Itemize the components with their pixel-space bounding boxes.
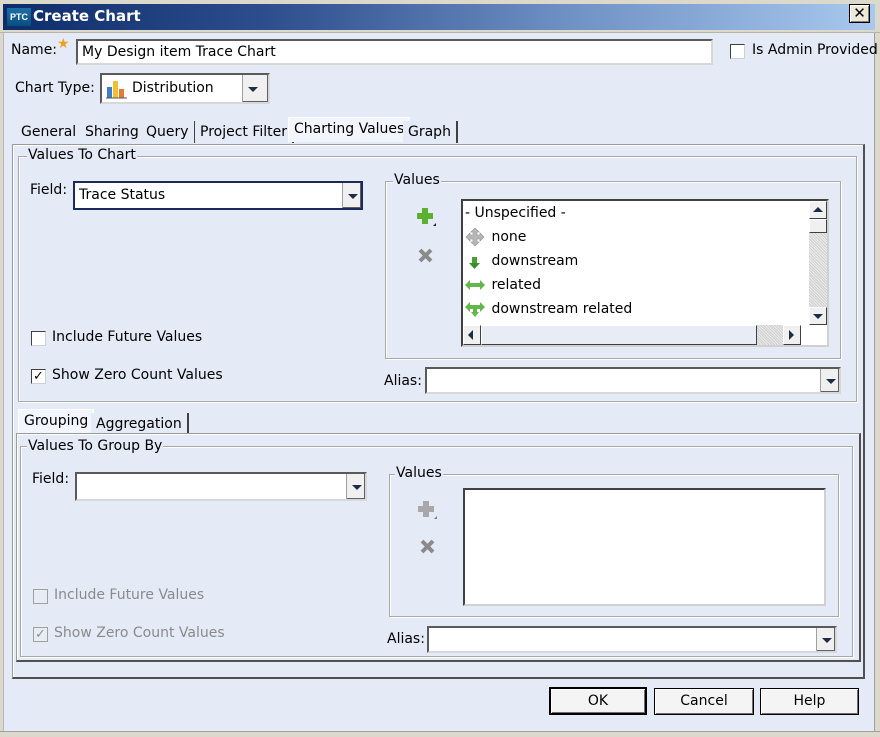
tab-project-filter[interactable]: Project Filter [195, 121, 295, 143]
list-item-label: none [491, 229, 527, 245]
group-show-zero-label: Show Zero Count Values [54, 625, 225, 641]
chart-type-value: Distribution [132, 80, 214, 96]
chart-alias-select[interactable] [425, 367, 841, 394]
group-field-select[interactable] [75, 472, 367, 501]
bar-chart-icon [106, 81, 127, 99]
scroll-right-icon [789, 330, 794, 340]
checkmark-icon: ✓ [35, 627, 46, 642]
group-values-list[interactable] [463, 488, 826, 606]
window-title: Create Chart [33, 7, 141, 25]
required-star-icon: ★ [57, 36, 70, 52]
close-button[interactable]: ✕ [849, 4, 870, 23]
group-field-label: Field: [32, 471, 70, 487]
chart-field-label: Field: [30, 182, 68, 198]
admin-provided-checkbox[interactable] [730, 44, 745, 59]
window-frame-right [874, 33, 880, 737]
group-alias-label: Alias: [387, 631, 425, 647]
admin-provided-label: Is Admin Provided [752, 42, 878, 58]
arrow-down-icon [469, 257, 480, 269]
vertical-scroll-track[interactable] [809, 233, 827, 307]
scroll-left-icon [468, 330, 473, 340]
chart-type-dropdown-arrow[interactable] [242, 75, 268, 102]
close-icon: ✕ [853, 4, 866, 22]
tab-general[interactable]: General [16, 121, 84, 143]
values-to-group-by-title: Values To Group By [27, 438, 164, 454]
scroll-down-button[interactable] [809, 307, 827, 325]
tab-grouping[interactable]: Grouping [18, 409, 95, 434]
scroll-right-button[interactable] [783, 325, 801, 345]
list-item-label: - Unspecified - [465, 205, 566, 221]
tab-aggregation[interactable]: Aggregation [91, 413, 189, 435]
group-alias-dropdown-arrow[interactable] [816, 628, 835, 651]
chart-field-dropdown-arrow[interactable] [342, 183, 361, 208]
scroll-left-button[interactable] [463, 325, 481, 345]
chart-alias-dropdown-arrow[interactable] [820, 369, 839, 392]
group-include-future-checkbox [33, 589, 48, 604]
vertical-scrollbar[interactable] [809, 201, 827, 325]
x-icon [420, 539, 435, 554]
chart-show-zero-checkbox[interactable]: ✓ [31, 369, 46, 384]
name-label: Name: [11, 42, 58, 58]
help-button[interactable]: Help [760, 688, 859, 715]
chart-include-future-label: Include Future Values [52, 329, 203, 345]
chart-field-value: Trace Status [79, 187, 166, 203]
scroll-up-button[interactable] [809, 201, 827, 219]
list-item-label: downstream [491, 253, 579, 269]
list-item-label: related [491, 277, 541, 293]
group-field-dropdown-arrow[interactable] [346, 474, 365, 499]
chart-type-label: Chart Type: [15, 80, 95, 96]
checkmark-icon: ✓ [33, 369, 44, 384]
add-value-button[interactable] [417, 207, 437, 227]
values-to-chart-title: Values To Chart [27, 147, 137, 163]
arrow-left-right-icon [465, 280, 485, 290]
scroll-up-icon [813, 207, 823, 212]
name-input[interactable]: My Design item Trace Chart [76, 39, 713, 65]
ptc-logo-icon: PTC [7, 8, 31, 26]
list-item[interactable]: downstream related [465, 298, 632, 322]
plus-icon [417, 208, 436, 226]
chart-show-zero-label: Show Zero Count Values [52, 367, 223, 383]
window-frame-bottom [0, 731, 880, 737]
list-item[interactable]: related [465, 274, 541, 298]
window-frame-left [0, 33, 4, 737]
main-tab-strip: General Sharing Query Project Filter Cha… [14, 117, 864, 146]
title-bar-fill[interactable]: PTC Create Chart [3, 4, 875, 30]
list-item[interactable]: downstream [465, 250, 578, 274]
group-values-title: Values [395, 465, 443, 481]
group-add-value-button [418, 500, 438, 520]
chart-values-title: Values [393, 172, 441, 188]
vertical-scroll-thumb[interactable] [809, 219, 827, 233]
list-item-label: downstream related [491, 301, 633, 317]
x-icon [418, 248, 433, 263]
chart-field-select[interactable]: Trace Status [73, 181, 363, 210]
list-item[interactable]: none [465, 226, 526, 250]
tab-sharing[interactable]: Sharing [80, 121, 146, 143]
chart-alias-label: Alias: [384, 373, 422, 389]
plus-icon [418, 501, 437, 519]
list-item[interactable]: - Unspecified - [465, 202, 566, 226]
horizontal-scroll-thumb[interactable] [481, 325, 757, 345]
chart-values-list[interactable]: - Unspecified - none downstream related … [461, 199, 829, 347]
chart-type-select[interactable]: Distribution [100, 73, 270, 104]
cancel-button[interactable]: Cancel [654, 688, 754, 715]
chart-include-future-checkbox[interactable] [31, 331, 46, 346]
group-include-future-label: Include Future Values [54, 587, 205, 603]
horizontal-scroll-track[interactable] [757, 325, 783, 345]
ok-button[interactable]: OK [549, 687, 647, 715]
tab-charting-values[interactable]: Charting Values [288, 117, 411, 142]
group-show-zero-checkbox: ✓ [33, 627, 48, 642]
group-alias-select[interactable] [427, 626, 837, 653]
tab-query[interactable]: Query [141, 121, 196, 143]
arrow-down-left-right-icon [465, 302, 485, 317]
move-cross-icon [465, 228, 485, 246]
tab-graph[interactable]: Graph [403, 121, 458, 143]
horizontal-scrollbar[interactable] [463, 325, 809, 345]
scroll-down-icon [813, 314, 823, 319]
title-bar: PTC Create Chart ✕ [0, 0, 880, 33]
remove-value-button[interactable] [417, 247, 435, 265]
group-remove-value-button [419, 538, 437, 556]
